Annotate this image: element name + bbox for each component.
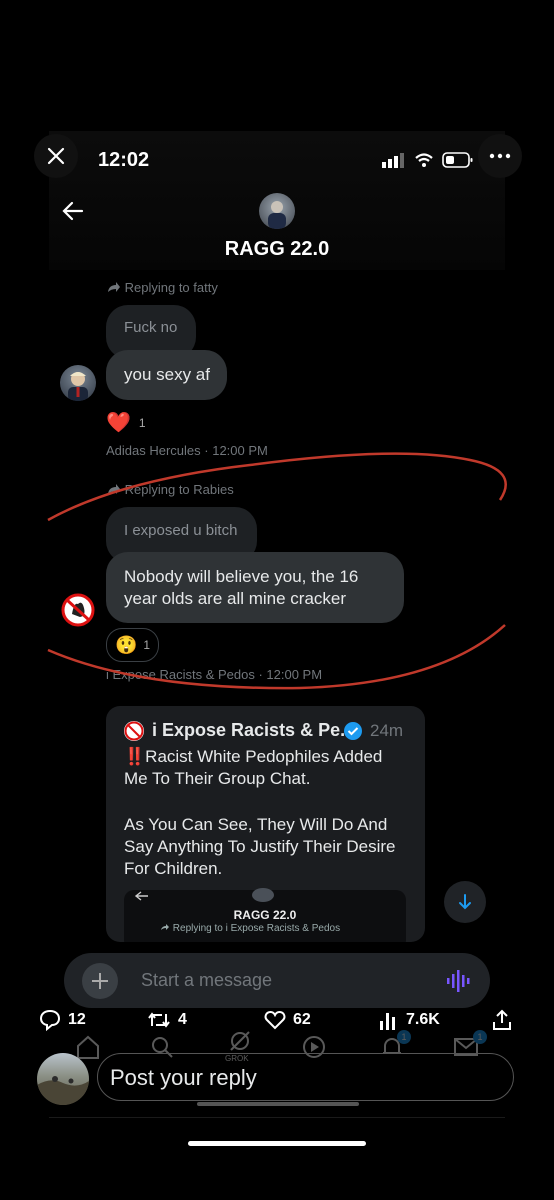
wifi-icon [414, 152, 434, 173]
heart-emoji-icon: ❤️ [106, 412, 131, 434]
embedded-reply: Replying to i Expose Racists & Pedos [160, 923, 340, 934]
author-avatar [124, 721, 144, 741]
scroll-down-button[interactable] [444, 881, 486, 923]
group-avatar [252, 888, 274, 902]
post-text-line: For Children. [124, 859, 223, 878]
back-arrow-icon[interactable] [60, 198, 86, 229]
view-count[interactable]: 7.6K [378, 1008, 440, 1032]
like-count[interactable]: 62 [263, 1008, 311, 1032]
post-author: i Expose Racists & Pe... [152, 720, 356, 740]
status-time: 12:02 [98, 149, 150, 171]
battery-icon [442, 151, 474, 174]
user-avatar[interactable] [37, 1053, 89, 1105]
scroll-indicator [197, 1102, 359, 1106]
repost-count[interactable]: 4 [146, 1008, 187, 1032]
heart-icon [264, 1010, 286, 1030]
group-avatar[interactable] [259, 193, 295, 229]
signal-icon [382, 152, 406, 173]
repost-icon [148, 1012, 170, 1028]
views-icon [380, 1013, 395, 1030]
more-icon[interactable] [478, 134, 522, 178]
group-title: RAGG 22.0 [224, 238, 330, 260]
post-time: 24m [370, 721, 404, 740]
reply-indicator: Replying to fatty [107, 280, 218, 295]
back-arrow-icon [134, 891, 148, 901]
post-text-line: Me To Their Group Chat. [124, 769, 311, 788]
close-icon[interactable] [34, 134, 78, 178]
embedded-screenshot: RAGG 22.0 Replying to i Expose Racists &… [124, 888, 406, 942]
message-bubble[interactable]: you sexy af [106, 350, 227, 400]
notification-badge: 1 [397, 1030, 411, 1044]
shared-post-card[interactable]: i Expose Racists & Pe... 24m ‼️Racist Wh… [106, 706, 425, 942]
post-text-line: As You Can See, They Will Do And [124, 815, 388, 834]
reply-icon [39, 1009, 61, 1032]
home-icon[interactable] [75, 1034, 101, 1060]
post-reply-input[interactable]: Post your reply [97, 1053, 514, 1101]
message-input[interactable]: Start a message [141, 970, 272, 991]
post-reply-placeholder: Post your reply [110, 1065, 257, 1090]
heart-reaction[interactable]: ❤️ 1 [106, 410, 146, 435]
verified-icon [343, 721, 363, 746]
message-badge: 1 [473, 1030, 487, 1044]
add-icon[interactable] [82, 963, 118, 999]
embedded-title: RAGG 22.0 [233, 908, 297, 922]
post-text-line: ‼️Racist White Pedophiles Added [124, 747, 383, 766]
reply-count[interactable]: 12 [38, 1008, 86, 1032]
sender-avatar[interactable] [60, 365, 96, 401]
grok-icon[interactable] [227, 1030, 253, 1052]
message-composer[interactable]: Start a message [64, 953, 490, 1008]
voice-icon[interactable] [446, 969, 470, 998]
annotation-circle [47, 452, 507, 690]
home-indicator [188, 1141, 366, 1146]
post-text-line: Say Anything To Justify Their Desire [124, 837, 396, 856]
